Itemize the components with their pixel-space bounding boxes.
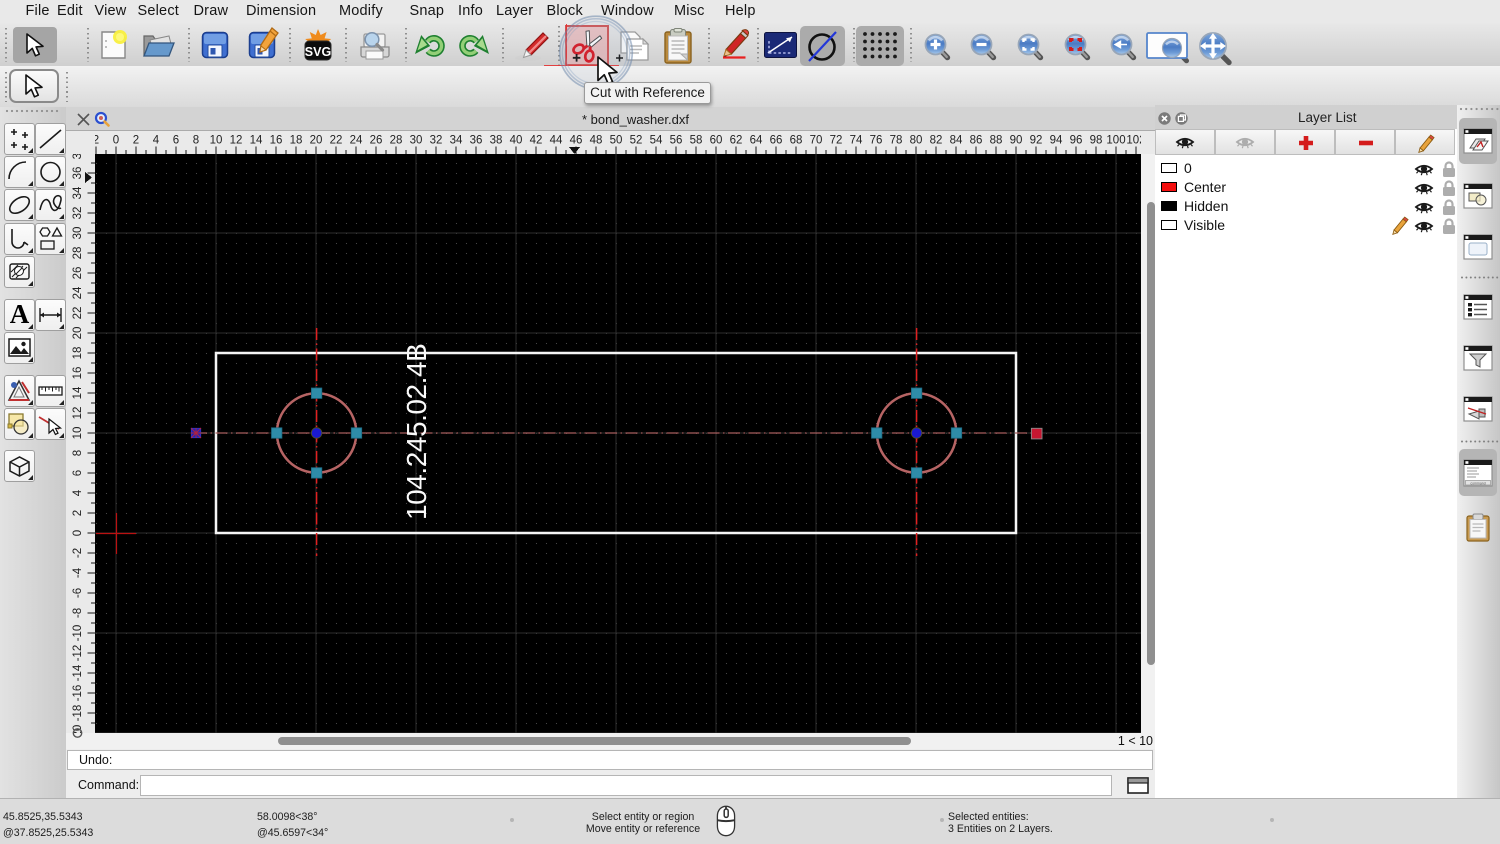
svg-text:30: 30 xyxy=(72,227,84,240)
svg-text:90: 90 xyxy=(1010,135,1023,147)
svg-text:20: 20 xyxy=(310,135,323,147)
svg-text:4: 4 xyxy=(72,489,84,496)
svg-text:88: 88 xyxy=(990,135,1003,147)
svg-text:92: 92 xyxy=(1030,135,1043,147)
svg-text:18: 18 xyxy=(72,347,84,360)
svg-text:-8: -8 xyxy=(72,608,84,618)
svg-text:2: 2 xyxy=(95,135,99,147)
svg-text:-10: -10 xyxy=(72,625,84,642)
svg-text:78: 78 xyxy=(890,135,903,147)
svg-text:-16: -16 xyxy=(72,685,84,702)
svg-text:70: 70 xyxy=(810,135,823,147)
svg-text:82: 82 xyxy=(930,135,943,147)
svg-text:22: 22 xyxy=(72,307,84,320)
svg-text:44: 44 xyxy=(550,135,563,147)
svg-text:98: 98 xyxy=(1090,135,1103,147)
svg-text:54: 54 xyxy=(650,135,663,147)
svg-text:24: 24 xyxy=(72,286,84,299)
svg-text:4: 4 xyxy=(153,135,160,147)
svg-text:26: 26 xyxy=(370,135,383,147)
svg-text:50: 50 xyxy=(610,135,623,147)
svg-text:20: 20 xyxy=(72,327,84,340)
svg-text:56: 56 xyxy=(670,135,683,147)
svg-text:36: 36 xyxy=(72,167,84,180)
svg-text:96: 96 xyxy=(1070,135,1083,147)
svg-text:0: 0 xyxy=(72,530,84,536)
svg-text:60: 60 xyxy=(710,135,723,147)
svg-text:34: 34 xyxy=(72,186,84,199)
svg-text:22: 22 xyxy=(330,135,343,147)
svg-text:2: 2 xyxy=(72,510,84,516)
svg-text:16: 16 xyxy=(270,135,283,147)
svg-text:28: 28 xyxy=(72,247,84,260)
svg-text:8: 8 xyxy=(193,135,199,147)
svg-text:16: 16 xyxy=(72,367,84,380)
svg-text:76: 76 xyxy=(870,135,883,147)
svg-text:-2: -2 xyxy=(72,548,84,558)
svg-text:38: 38 xyxy=(490,135,503,147)
svg-text:32: 32 xyxy=(430,135,443,147)
svg-text:68: 68 xyxy=(790,135,803,147)
svg-text:10: 10 xyxy=(72,427,84,440)
svg-text:-4: -4 xyxy=(72,567,84,578)
svg-text:14: 14 xyxy=(72,386,84,399)
svg-text:58: 58 xyxy=(690,135,703,147)
svg-text:42: 42 xyxy=(530,135,543,147)
svg-text:104.245.02.4B: 104.245.02.4B xyxy=(401,344,432,520)
svg-text:36: 36 xyxy=(470,135,483,147)
svg-text:72: 72 xyxy=(830,135,843,147)
svg-text:52: 52 xyxy=(630,135,643,147)
svg-text:40: 40 xyxy=(510,135,523,147)
svg-text:-12: -12 xyxy=(72,645,84,662)
svg-text:100: 100 xyxy=(1106,135,1125,147)
svg-text:28: 28 xyxy=(390,135,403,147)
svg-text:64: 64 xyxy=(750,135,763,147)
svg-text:0: 0 xyxy=(113,135,119,147)
svg-text:84: 84 xyxy=(950,135,963,147)
svg-text:80: 80 xyxy=(910,135,923,147)
svg-text:18: 18 xyxy=(290,135,303,147)
svg-text:26: 26 xyxy=(72,267,84,280)
svg-text:6: 6 xyxy=(72,470,84,476)
svg-text:86: 86 xyxy=(970,135,983,147)
svg-text:2: 2 xyxy=(133,135,139,147)
svg-text:66: 66 xyxy=(770,135,783,147)
svg-text:74: 74 xyxy=(850,135,863,147)
svg-text:8: 8 xyxy=(72,450,84,456)
svg-text:10: 10 xyxy=(210,135,223,147)
svg-text:A: A xyxy=(10,300,30,329)
svg-text:SVG: SVG xyxy=(305,45,331,59)
svg-text:32: 32 xyxy=(72,207,84,220)
svg-text:62: 62 xyxy=(730,135,743,147)
svg-text:48: 48 xyxy=(590,135,603,147)
svg-text:12: 12 xyxy=(230,135,243,147)
svg-text:38: 38 xyxy=(72,154,84,159)
svg-text:30: 30 xyxy=(410,135,423,147)
svg-text:24: 24 xyxy=(350,135,363,147)
svg-text:102: 102 xyxy=(1126,135,1141,147)
svg-text:-18: -18 xyxy=(72,705,84,722)
svg-text:6: 6 xyxy=(173,135,179,147)
svg-text:14: 14 xyxy=(250,135,263,147)
svg-text:command: command xyxy=(1470,481,1485,485)
svg-text:12: 12 xyxy=(72,407,84,420)
svg-text:34: 34 xyxy=(450,135,463,147)
svg-text:-14: -14 xyxy=(72,664,84,681)
svg-text:94: 94 xyxy=(1050,135,1063,147)
svg-text:46: 46 xyxy=(570,135,583,147)
svg-text:-6: -6 xyxy=(72,588,84,598)
